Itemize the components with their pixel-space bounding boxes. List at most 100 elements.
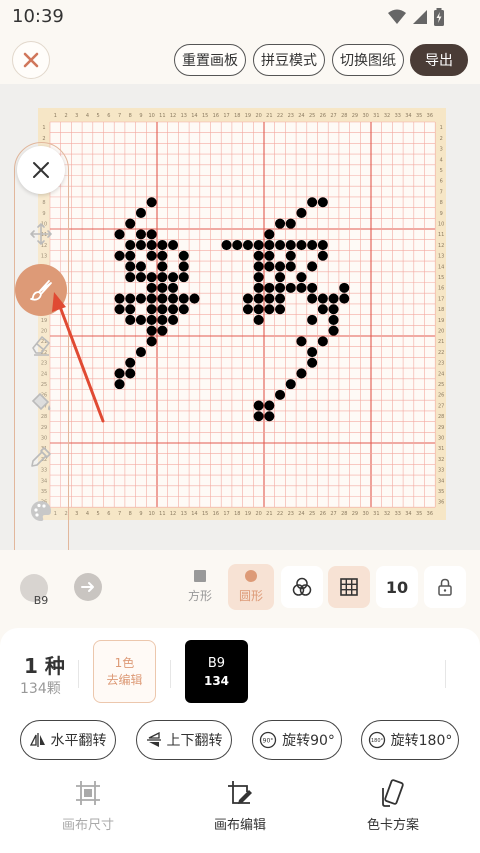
bead[interactable] [178, 272, 189, 283]
bead[interactable] [168, 240, 179, 251]
bead[interactable] [114, 379, 125, 390]
bead[interactable] [275, 304, 286, 315]
nav-color-card[interactable]: 色卡方案 [333, 778, 453, 833]
bead[interactable] [135, 272, 146, 283]
bead[interactable] [178, 250, 189, 261]
bead[interactable] [253, 411, 264, 422]
bead[interactable] [146, 304, 157, 315]
bead[interactable] [125, 261, 136, 272]
bead[interactable] [275, 261, 286, 272]
bead[interactable] [253, 304, 264, 315]
bead[interactable] [114, 229, 125, 240]
switch-pattern-button[interactable]: 切换图纸 [332, 44, 404, 76]
bead[interactable] [114, 250, 125, 261]
bead[interactable] [253, 400, 264, 411]
brush-tool[interactable] [15, 264, 67, 316]
bead[interactable] [264, 229, 275, 240]
bead[interactable] [146, 272, 157, 283]
bead[interactable] [242, 304, 253, 315]
bead[interactable] [264, 261, 275, 272]
bead[interactable] [307, 347, 318, 358]
bead[interactable] [275, 282, 286, 293]
bead[interactable] [264, 240, 275, 251]
bead[interactable] [146, 240, 157, 251]
bead[interactable] [178, 293, 189, 304]
bead[interactable] [125, 218, 136, 229]
bead[interactable] [157, 304, 168, 315]
flip-vertical-button[interactable]: 上下翻转 [136, 720, 232, 760]
rotate-90-button[interactable]: 90° 旋转90° [252, 720, 342, 760]
bead[interactable] [135, 347, 146, 358]
bead[interactable] [253, 261, 264, 272]
bead[interactable] [125, 293, 136, 304]
bead[interactable] [317, 250, 328, 261]
bead[interactable] [275, 240, 286, 251]
bead[interactable] [253, 282, 264, 293]
move-tool[interactable] [28, 221, 54, 247]
bead[interactable] [307, 261, 318, 272]
bead[interactable] [232, 240, 243, 251]
bead[interactable] [317, 240, 328, 251]
bead[interactable] [296, 282, 307, 293]
bead[interactable] [157, 282, 168, 293]
bead[interactable] [125, 314, 136, 325]
bead[interactable] [242, 293, 253, 304]
bead[interactable] [146, 197, 157, 208]
export-button[interactable]: 导出 [410, 44, 468, 76]
bead[interactable] [317, 197, 328, 208]
bead[interactable] [135, 229, 146, 240]
bead[interactable] [328, 304, 339, 315]
color-mix-button[interactable] [281, 566, 323, 608]
close-button[interactable] [12, 41, 50, 79]
bead[interactable] [296, 368, 307, 379]
eraser-tool[interactable] [28, 332, 54, 358]
bead[interactable] [146, 325, 157, 336]
bead[interactable] [178, 261, 189, 272]
bead[interactable] [157, 272, 168, 283]
bead[interactable] [275, 293, 286, 304]
bead[interactable] [125, 368, 136, 379]
bead[interactable] [307, 282, 318, 293]
bead[interactable] [189, 293, 200, 304]
bead[interactable] [168, 314, 179, 325]
bead[interactable] [317, 304, 328, 315]
bead[interactable] [135, 261, 146, 272]
bead[interactable] [157, 250, 168, 261]
bead[interactable] [285, 261, 296, 272]
bead[interactable] [285, 379, 296, 390]
bead[interactable] [135, 240, 146, 251]
bead[interactable] [307, 314, 318, 325]
bead[interactable] [146, 314, 157, 325]
bead[interactable] [114, 368, 125, 379]
bead[interactable] [146, 293, 157, 304]
bead[interactable] [242, 240, 253, 251]
bead[interactable] [317, 293, 328, 304]
bead[interactable] [253, 240, 264, 251]
bead[interactable] [114, 304, 125, 315]
bead[interactable] [157, 293, 168, 304]
bead[interactable] [178, 304, 189, 315]
bead[interactable] [285, 218, 296, 229]
bead[interactable] [125, 304, 136, 315]
bead[interactable] [135, 207, 146, 218]
bead[interactable] [275, 389, 286, 400]
rotate-180-button[interactable]: 180° 旋转180° [361, 720, 459, 760]
bead[interactable] [146, 229, 157, 240]
bead[interactable] [285, 240, 296, 251]
circle-shape-option[interactable]: 圆形 [228, 564, 274, 610]
bead[interactable] [328, 293, 339, 304]
bead[interactable] [296, 207, 307, 218]
grid-toggle-button[interactable] [328, 566, 370, 608]
nav-canvas-size[interactable]: 画布尺寸 [28, 778, 148, 833]
bead[interactable] [264, 250, 275, 261]
bead[interactable] [264, 304, 275, 315]
bead[interactable] [328, 314, 339, 325]
square-shape-option[interactable]: 方形 [178, 566, 222, 608]
bead[interactable] [285, 282, 296, 293]
bead[interactable] [168, 304, 179, 315]
bead[interactable] [168, 293, 179, 304]
bead[interactable] [125, 250, 136, 261]
bead[interactable] [339, 282, 350, 293]
bead[interactable] [253, 272, 264, 283]
bead[interactable] [125, 272, 136, 283]
